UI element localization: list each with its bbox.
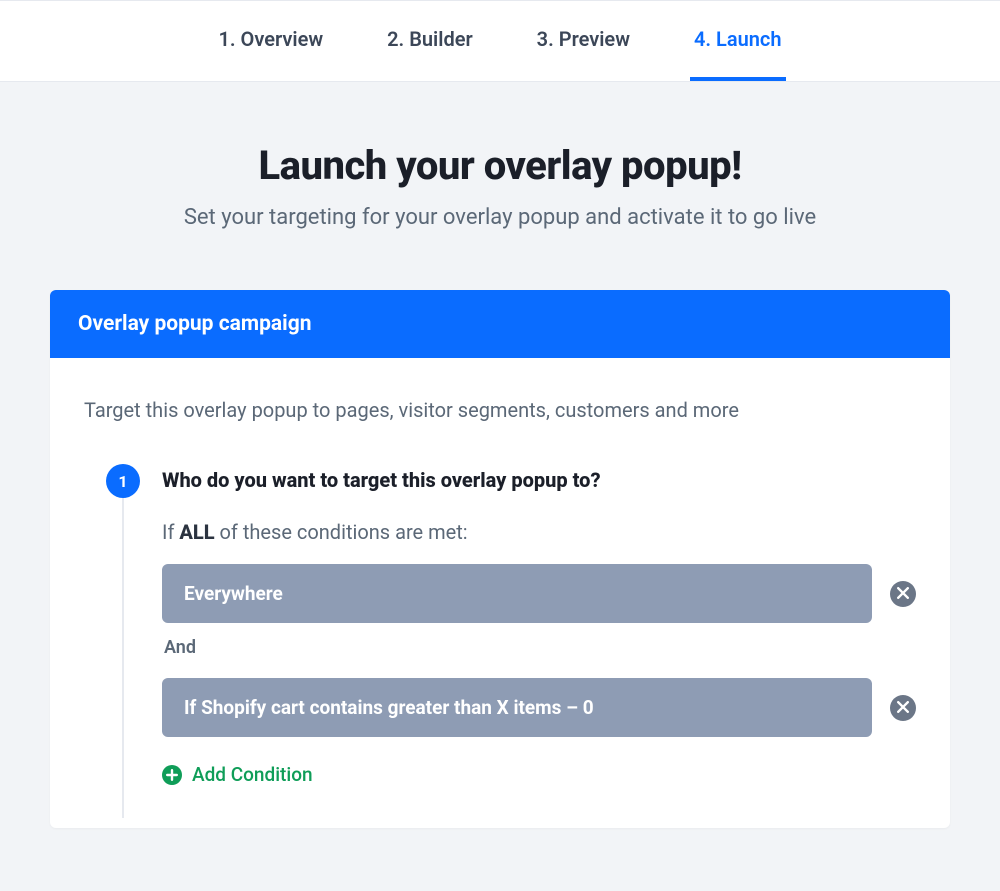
close-icon (897, 698, 909, 717)
campaign-panel: Overlay popup campaign Target this overl… (50, 290, 950, 828)
campaign-panel-header[interactable]: Overlay popup campaign (50, 290, 950, 358)
condition-connector: And (164, 637, 916, 658)
page-subtitle: Set your targeting for your overlay popu… (50, 205, 950, 230)
plus-circle-icon (162, 765, 182, 785)
wizard-tabs: 1. Overview 2. Builder 3. Preview 4. Lau… (0, 0, 1000, 82)
page-title: Launch your overlay popup! (50, 142, 950, 189)
step-connector-line (122, 498, 124, 818)
targeting-step: 1 Who do you want to target this overlay… (84, 464, 916, 818)
remove-condition-button[interactable] (890, 695, 916, 721)
campaign-panel-description: Target this overlay popup to pages, visi… (84, 398, 916, 422)
close-icon (897, 584, 909, 603)
remove-condition-button[interactable] (890, 581, 916, 607)
add-condition-button[interactable]: Add Condition (162, 763, 916, 786)
step-title: Who do you want to target this overlay p… (162, 464, 916, 492)
tab-preview[interactable]: 3. Preview (533, 1, 634, 81)
tab-builder[interactable]: 2. Builder (383, 1, 477, 81)
condition-chip[interactable]: Everywhere (162, 564, 872, 623)
step-indicator: 1 (106, 464, 140, 498)
tab-launch[interactable]: 4. Launch (690, 1, 786, 81)
condition-chip[interactable]: If Shopify cart contains greater than X … (162, 678, 872, 737)
add-condition-label: Add Condition (192, 763, 313, 786)
tab-overview[interactable]: 1. Overview (214, 1, 327, 81)
conditions-intro: If ALL of these conditions are met: (162, 520, 916, 544)
